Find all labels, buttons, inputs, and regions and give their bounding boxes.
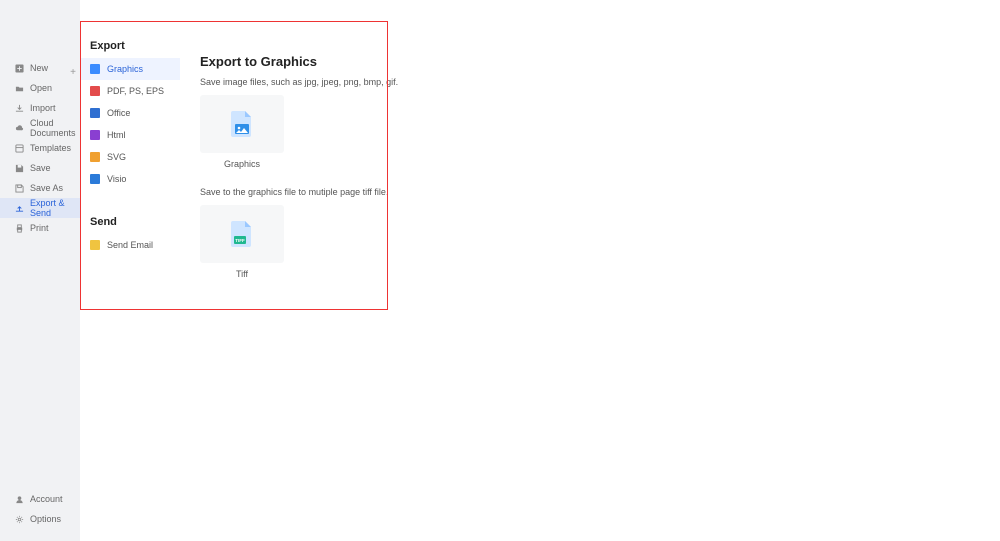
sidebar-item-label: Save As bbox=[30, 183, 63, 193]
user-icon bbox=[14, 494, 24, 504]
sidebar-item-import[interactable]: Import bbox=[0, 98, 80, 118]
file-sidebar: New Open Import Cloud Documents Template… bbox=[0, 0, 80, 541]
sidebar-item-saveas[interactable]: Save As bbox=[0, 178, 80, 198]
description-1: Save image files, such as jpg, jpeg, png… bbox=[200, 77, 980, 87]
export-icon bbox=[14, 203, 24, 213]
send-section-title: Send bbox=[80, 212, 180, 234]
tiff-file-icon: TIFF bbox=[200, 205, 284, 263]
export-item-pdf[interactable]: PDF, PS, EPS bbox=[80, 80, 180, 102]
sidebar-item-export[interactable]: Export & Send bbox=[0, 198, 80, 218]
export-item-label: SVG bbox=[107, 152, 126, 162]
export-section-title: Export bbox=[80, 36, 180, 58]
plus-square-icon bbox=[14, 63, 24, 73]
tile-tiff[interactable]: TIFF Tiff bbox=[200, 205, 284, 279]
sidebar-item-label: Open bbox=[30, 83, 52, 93]
gear-icon bbox=[14, 514, 24, 524]
export-item-label: Graphics bbox=[107, 64, 143, 74]
send-item-email[interactable]: Send Email bbox=[80, 234, 180, 256]
export-item-label: PDF, PS, EPS bbox=[107, 86, 164, 96]
export-panel: Export Graphics PDF, PS, EPS Office Html… bbox=[80, 0, 180, 541]
folder-icon bbox=[14, 83, 24, 93]
email-icon bbox=[90, 240, 100, 250]
export-item-label: Office bbox=[107, 108, 130, 118]
html-icon bbox=[90, 130, 100, 140]
sidebar-item-label: Templates bbox=[30, 143, 71, 153]
sidebar-item-account[interactable]: Account bbox=[0, 489, 80, 509]
graphics-icon bbox=[90, 64, 100, 74]
svg-text:TIFF: TIFF bbox=[235, 238, 245, 243]
cloud-icon bbox=[14, 123, 24, 133]
print-icon bbox=[14, 223, 24, 233]
export-item-office[interactable]: Office bbox=[80, 102, 180, 124]
export-item-label: Html bbox=[107, 130, 126, 140]
sidebar-item-label: Export & Send bbox=[30, 198, 72, 218]
main-content: Export to Graphics Save image files, suc… bbox=[180, 0, 1000, 541]
tile-label: Graphics bbox=[224, 159, 260, 169]
sidebar-item-options[interactable]: Options bbox=[0, 509, 80, 529]
export-item-html[interactable]: Html bbox=[80, 124, 180, 146]
sidebar-item-templates[interactable]: Templates bbox=[0, 138, 80, 158]
sidebar-item-label: Import bbox=[30, 103, 56, 113]
sidebar-item-label: Cloud Documents bbox=[30, 118, 76, 138]
sidebar-item-label: Print bbox=[30, 223, 49, 233]
office-icon bbox=[90, 108, 100, 118]
tile-label: Tiff bbox=[236, 269, 248, 279]
sidebar-item-cloud[interactable]: Cloud Documents bbox=[0, 118, 80, 138]
new-plus-button[interactable]: + bbox=[67, 66, 79, 78]
visio-icon bbox=[90, 174, 100, 184]
page-title: Export to Graphics bbox=[200, 54, 980, 69]
pdf-icon bbox=[90, 86, 100, 96]
export-item-graphics[interactable]: Graphics bbox=[80, 58, 180, 80]
svg-icon bbox=[90, 152, 100, 162]
import-icon bbox=[14, 103, 24, 113]
graphics-file-icon bbox=[200, 95, 284, 153]
saveas-icon bbox=[14, 183, 24, 193]
sidebar-item-label: Save bbox=[30, 163, 51, 173]
sidebar-item-print[interactable]: Print bbox=[0, 218, 80, 238]
sidebar-item-open[interactable]: Open bbox=[0, 78, 80, 98]
sidebar-item-label: New bbox=[30, 63, 48, 73]
sidebar-item-label: Account bbox=[30, 494, 63, 504]
save-icon bbox=[14, 163, 24, 173]
send-item-label: Send Email bbox=[107, 240, 153, 250]
sidebar-item-label: Options bbox=[30, 514, 61, 524]
templates-icon bbox=[14, 143, 24, 153]
sidebar-item-save[interactable]: Save bbox=[0, 158, 80, 178]
export-item-label: Visio bbox=[107, 174, 126, 184]
tile-graphics[interactable]: Graphics bbox=[200, 95, 284, 169]
export-item-svg[interactable]: SVG bbox=[80, 146, 180, 168]
export-item-visio[interactable]: Visio bbox=[80, 168, 180, 190]
description-2: Save to the graphics file to mutiple pag… bbox=[200, 187, 980, 197]
